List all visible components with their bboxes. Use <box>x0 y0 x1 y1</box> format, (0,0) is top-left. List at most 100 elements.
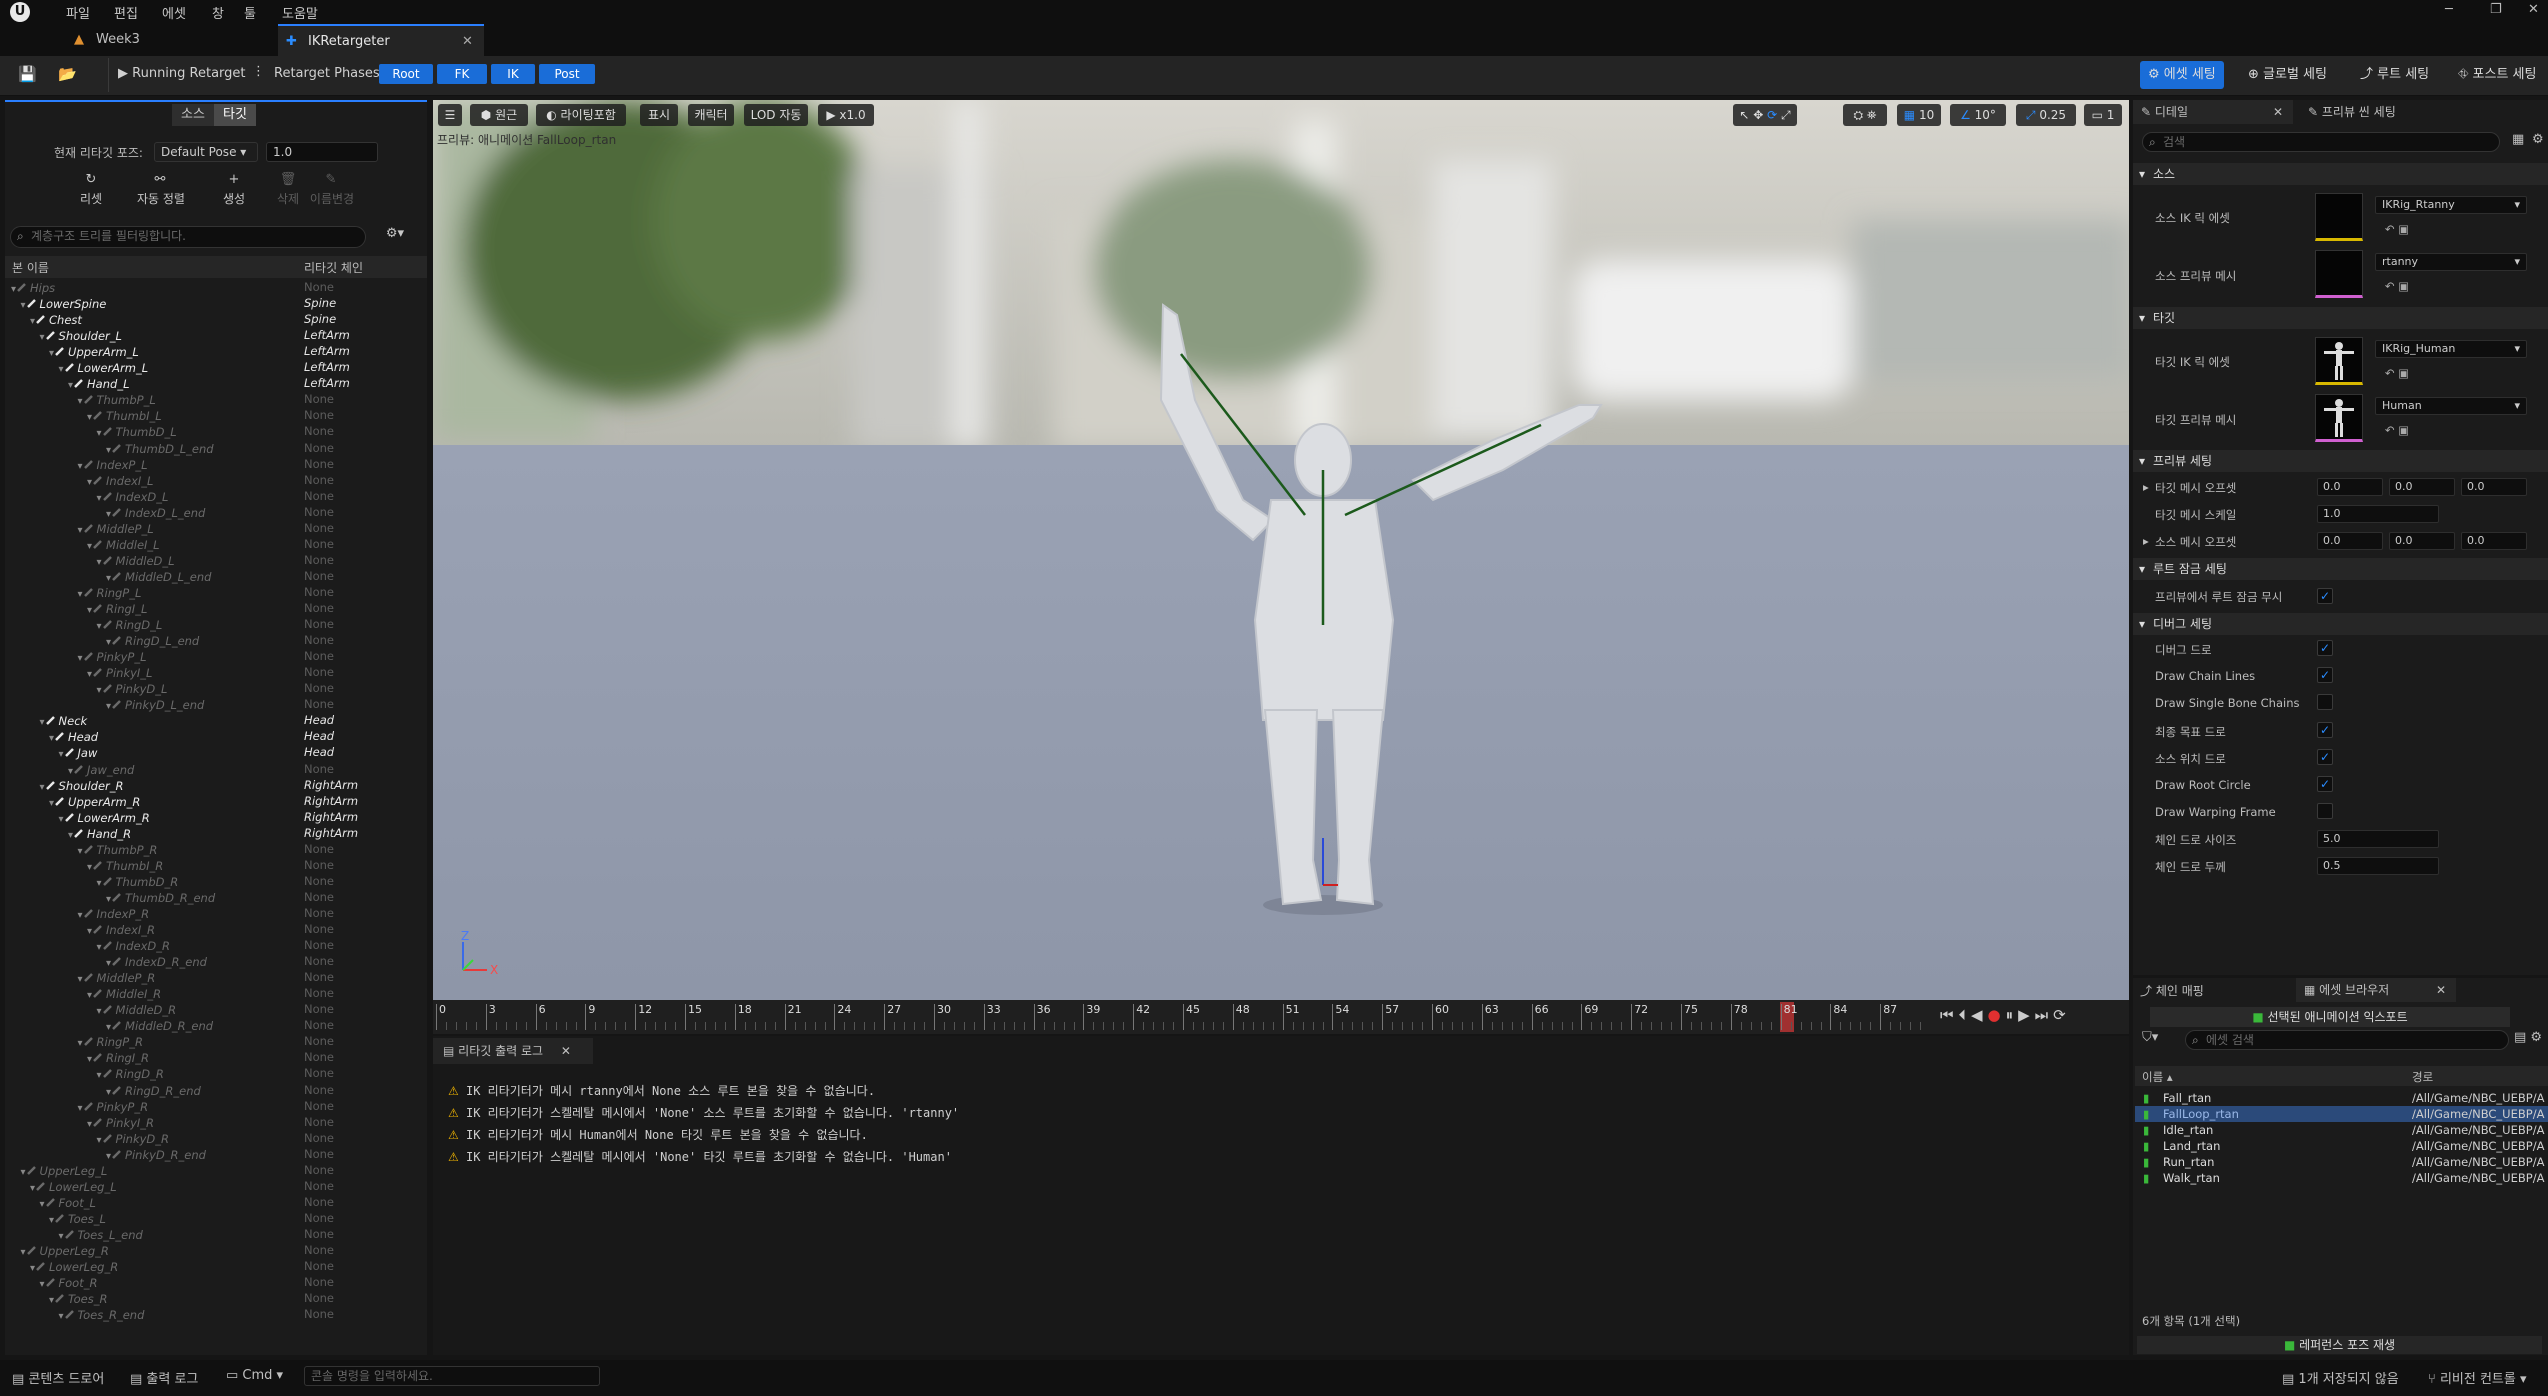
bone-row[interactable]: ▾ PinkyD_R <box>97 1131 170 1147</box>
bone-row[interactable]: ▾ RingI_L <box>87 601 147 617</box>
close-log-tab-icon[interactable]: ✕ <box>561 1044 571 1058</box>
revision-control-button[interactable]: ⑂ 리비전 컨트롤 ▾ <box>2428 1368 2527 1387</box>
bone-row[interactable]: ▾ ThumbP_R <box>78 842 158 858</box>
target-mesh-combo[interactable]: Human ▾ <box>2375 397 2527 415</box>
rename-icon[interactable]: ✎ <box>318 172 344 187</box>
output-log-button[interactable]: ▤ 출력 로그 <box>130 1368 198 1387</box>
bone-row[interactable]: ▾ ThumbI_L <box>87 408 162 424</box>
debug-option-checkbox[interactable]: ✓ <box>2317 721 2333 738</box>
asset-browser-tab[interactable]: ▦ 에셋 브라우저 ✕ <box>2296 978 2456 1002</box>
bone-row[interactable]: ▾ MiddleI_L <box>87 537 160 553</box>
browse-icon[interactable]: 📂 <box>58 65 77 83</box>
playback-controls[interactable]: ⏮⏴◀●⏸▶⏭⟳ <box>1940 1006 2071 1024</box>
rename-button[interactable]: 이름변경 <box>302 190 362 207</box>
unreal-logo-icon[interactable]: U <box>10 2 30 22</box>
asset-row[interactable]: ▮ Run_rtan/All/Game/NBC_UEBP/A <box>2135 1154 2548 1170</box>
menu-tools[interactable]: 툴 <box>244 3 256 22</box>
bone-row[interactable]: ▾ Toes_L_end <box>59 1227 143 1243</box>
target-offset-x[interactable]: 0.0 <box>2317 478 2383 496</box>
asset-nav-icons[interactable]: ↶ ▣ <box>2385 423 2409 437</box>
bone-row[interactable]: ▾ LowerLeg_L <box>30 1179 117 1195</box>
debug-option-checkbox[interactable]: ✓ <box>2317 640 2333 656</box>
menu-asset[interactable]: 에셋 <box>162 3 186 22</box>
viewport-menu-icon[interactable]: ☰ <box>438 104 462 126</box>
bone-row[interactable]: ▾ PinkyP_L <box>78 649 147 665</box>
bone-row[interactable]: ▾ Toes_L <box>49 1211 106 1227</box>
snap-toggle-icons[interactable]: ⛭ ⛯ <box>1843 104 1887 126</box>
bone-row[interactable]: ▾ RingD_L <box>97 617 163 633</box>
play-speed-button[interactable]: ▶ x1.0 <box>818 104 874 126</box>
bone-row[interactable]: ▾ PinkyD_L_end <box>106 697 204 713</box>
bone-row[interactable]: ▾ Toes_R_end <box>59 1307 145 1323</box>
source-mesh-combo[interactable]: rtanny ▾ <box>2375 253 2527 271</box>
bone-row[interactable]: ▾ UpperLeg_L <box>21 1163 108 1179</box>
source-ik-rig-thumbnail[interactable] <box>2315 193 2363 241</box>
bone-row[interactable]: ▾ ThumbP_L <box>78 392 156 408</box>
expand-icon[interactable]: ▸ <box>2143 534 2149 548</box>
bone-row[interactable]: ▾ UpperArm_R <box>49 794 140 810</box>
bone-row[interactable]: ▾ LowerLeg_R <box>30 1259 118 1275</box>
bone-row[interactable]: ▾ Foot_L <box>40 1195 96 1211</box>
menu-edit[interactable]: 편집 <box>114 3 138 22</box>
transform-tools[interactable]: ↖ ✥ ⟳ ⤢ <box>1733 104 1797 126</box>
unsaved-button[interactable]: ▤ 1개 저장되지 않음 <box>2282 1368 2399 1387</box>
bone-row[interactable]: ▾ PinkyI_L <box>87 665 152 681</box>
bone-row[interactable]: ▾ MiddleD_R_end <box>106 1018 213 1034</box>
bone-row[interactable]: ▾ RingI_R <box>87 1050 149 1066</box>
post-settings-button[interactable]: ⛗ 포스트 세팅 <box>2450 61 2544 89</box>
bone-row[interactable]: ▾ UpperLeg_R <box>21 1243 109 1259</box>
asset-nav-icons[interactable]: ↶ ▣ <box>2385 222 2409 236</box>
bone-row[interactable]: ▾ ThumbD_L <box>97 424 177 440</box>
section-source[interactable]: ▾ 소스 <box>2133 163 2548 185</box>
close-tab-icon[interactable]: ✕ <box>462 26 473 58</box>
asset-nav-icons[interactable]: ↶ ▣ <box>2385 279 2409 293</box>
target-mesh-thumbnail[interactable] <box>2315 394 2363 442</box>
auto-align-icon[interactable]: ⚯ <box>142 172 178 187</box>
bone-row[interactable]: ▾ PinkyP_R <box>78 1099 149 1115</box>
close-window-icon[interactable]: ✕ <box>2528 2 2539 17</box>
source-ik-rig-combo[interactable]: IKRig_Rtanny ▾ <box>2375 196 2527 214</box>
source-toggle[interactable]: 소스 <box>172 104 214 126</box>
cmd-dropdown[interactable]: ▭ Cmd ▾ <box>226 1368 283 1383</box>
bone-row[interactable]: ▾ RingD_L_end <box>106 633 199 649</box>
bone-row[interactable]: ▾ ThumbD_L_end <box>106 441 214 457</box>
play-reference-pose-button[interactable]: ■ 레퍼런스 포즈 재생 <box>2137 1336 2542 1354</box>
grid-snap-button[interactable]: ▦ 10 <box>1897 104 1941 126</box>
section-root-lock[interactable]: ▾ 루트 잠금 세팅 <box>2133 558 2548 580</box>
bone-row[interactable]: ▾ ThumbI_R <box>87 858 163 874</box>
section-preview[interactable]: ▾ 프리뷰 세팅 <box>2133 450 2548 472</box>
chain-draw-size-input[interactable]: 5.0 <box>2317 830 2439 848</box>
bone-row[interactable]: ▾ MiddleD_L <box>97 553 175 569</box>
console-input[interactable]: 콘솔 명령을 입력하세요. <box>304 1366 600 1386</box>
lod-auto-button[interactable]: LOD 자동 <box>744 104 808 126</box>
bone-row[interactable]: ▾ IndexI_R <box>87 922 155 938</box>
bone-row[interactable]: ▾ Shoulder_L <box>40 328 122 344</box>
bone-row[interactable]: ▾ ThumbD_R <box>97 874 179 890</box>
debug-option-checkbox[interactable] <box>2317 803 2333 820</box>
bone-row[interactable]: ▾ MiddleD_L_end <box>106 569 211 585</box>
bone-row[interactable]: ▾ MiddleP_R <box>78 970 156 986</box>
chain-mapping-tab[interactable]: ⤴ 체인 매핑 <box>2140 982 2204 999</box>
target-ik-rig-combo[interactable]: IKRig_Human ▾ <box>2375 340 2527 358</box>
pose-dropdown[interactable]: Default Pose ▾ <box>154 142 258 162</box>
asset-search-input[interactable]: ⌕ 에셋 검색 <box>2185 1030 2509 1050</box>
target-offset-z[interactable]: 0.0 <box>2461 478 2527 496</box>
content-drawer-button[interactable]: ▤ 콘텐츠 드로어 <box>12 1368 104 1387</box>
source-offset-z[interactable]: 0.0 <box>2461 532 2527 550</box>
bone-row[interactable]: ▾ PinkyD_R_end <box>106 1147 206 1163</box>
phase-root-button[interactable]: Root <box>379 64 433 84</box>
running-retarget-button[interactable]: ▶ Running Retarget <box>118 66 246 81</box>
close-asset-browser-icon[interactable]: ✕ <box>2436 978 2446 1002</box>
bone-row[interactable]: ▾ MiddleI_R <box>87 986 161 1002</box>
grid-view-icon[interactable]: ▦ <box>2512 132 2524 147</box>
hierarchy-search-input[interactable]: ⌕ 계층구조 트리를 필터링합니다. <box>10 226 366 248</box>
bone-row[interactable]: ▾ ThumbD_R_end <box>106 890 215 906</box>
asset-row[interactable]: ▮ FallLoop_rtan/All/Game/NBC_UEBP/A <box>2135 1106 2548 1122</box>
bone-row[interactable]: ▾ IndexD_L_end <box>106 505 205 521</box>
bone-row[interactable]: ▾ RingD_R <box>97 1066 164 1082</box>
bone-row[interactable]: ▾ Jaw_end <box>68 762 134 778</box>
source-offset-x[interactable]: 0.0 <box>2317 532 2383 550</box>
menu-file[interactable]: 파일 <box>66 3 90 22</box>
maximize-icon[interactable]: ❐ <box>2490 2 2502 17</box>
phase-ik-button[interactable]: IK <box>491 64 535 84</box>
